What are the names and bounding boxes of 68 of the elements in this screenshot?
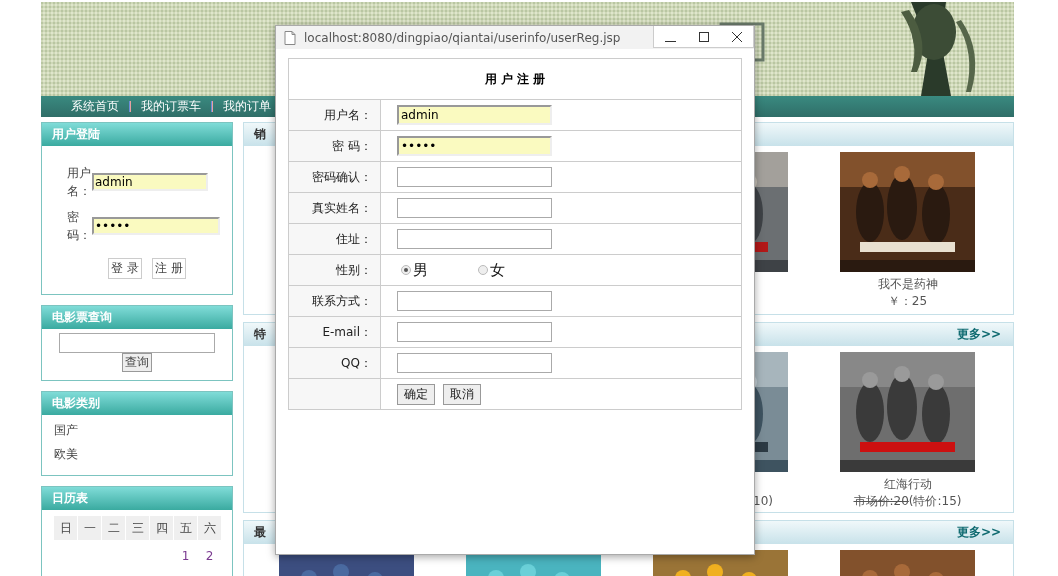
radio-label: 男 xyxy=(413,260,428,280)
movie-title[interactable]: 我不是药神 xyxy=(877,276,938,293)
search-field[interactable] xyxy=(59,333,215,353)
panel-title: 日历表 xyxy=(42,487,232,510)
weekday-header: 日 xyxy=(54,516,77,540)
weekday-header: 二 xyxy=(102,516,125,540)
movie-price: 10) xyxy=(753,494,773,508)
input-field[interactable] xyxy=(397,167,552,187)
maximize-icon xyxy=(697,30,710,43)
more-link[interactable]: 更多>> xyxy=(956,524,1001,541)
input-field[interactable] xyxy=(397,322,552,342)
special-price: (特价:15) xyxy=(908,494,962,508)
movie-title[interactable]: 红海行动 xyxy=(883,476,932,493)
weekday-header: 三 xyxy=(126,516,149,540)
more-link[interactable]: 更多>> xyxy=(956,326,1001,343)
input-field[interactable]: admin xyxy=(397,105,552,125)
minimize-icon xyxy=(665,40,676,42)
movie-price: ￥：25 xyxy=(887,293,928,310)
input-field[interactable] xyxy=(397,353,552,373)
category-link[interactable]: 欧美 xyxy=(42,446,232,463)
input-field[interactable] xyxy=(397,291,552,311)
nav-link[interactable]: 我的订单 xyxy=(223,98,271,115)
weekday-header: 四 xyxy=(150,516,173,540)
field-label: 联系方式： xyxy=(288,285,381,317)
radio-button[interactable] xyxy=(401,265,411,275)
page-icon xyxy=(284,30,296,45)
form-button[interactable]: 确定 xyxy=(397,383,435,405)
field-label: 密码确认： xyxy=(288,161,381,193)
field-label: E-mail： xyxy=(288,316,381,348)
field-label: 密 码： xyxy=(288,130,381,162)
weekday-header: 五 xyxy=(174,516,197,540)
input-field[interactable] xyxy=(397,229,552,249)
close-icon xyxy=(730,30,743,43)
section-title: 特 xyxy=(254,326,266,343)
field-label: 性别： xyxy=(288,254,381,286)
panel-title: 电影类别 xyxy=(42,392,232,415)
radio-label: 女 xyxy=(490,260,505,280)
field-label: 用户名： xyxy=(288,99,381,131)
input-field[interactable]: ••••• xyxy=(397,136,552,156)
panel-title: 电影票查询 xyxy=(42,306,232,329)
calendar-day[interactable]: 1 xyxy=(174,541,197,571)
calendar-day[interactable]: 2 xyxy=(198,541,221,571)
field-label: QQ： xyxy=(288,347,381,379)
nav-link[interactable]: 我的订票车 xyxy=(141,98,201,115)
form-title: 用 户 注 册 xyxy=(288,58,742,100)
field-label: 住址： xyxy=(288,223,381,255)
field-label: 用户名： xyxy=(67,165,92,200)
field-label: 真实姓名： xyxy=(288,192,381,224)
weekday-header: 六 xyxy=(198,516,221,540)
nav-separator xyxy=(129,101,131,112)
input-field[interactable]: admin xyxy=(92,173,208,191)
form-button[interactable]: 注 册 xyxy=(152,258,186,279)
category-link[interactable]: 国产 xyxy=(42,422,232,439)
form-button[interactable]: 登 录 xyxy=(108,258,142,279)
form-button[interactable]: 取消 xyxy=(443,383,481,405)
radio-button[interactable] xyxy=(478,265,488,275)
nav-link[interactable]: 系统首页 xyxy=(71,98,119,115)
weekday-header: 一 xyxy=(78,516,101,540)
panel-title: 用户登陆 xyxy=(42,123,232,146)
input-field[interactable] xyxy=(397,198,552,218)
market-price: 市场价:20 xyxy=(853,494,909,508)
nav-separator xyxy=(211,101,213,112)
search-button[interactable]: 查询 xyxy=(122,353,152,372)
field-label: 密码： xyxy=(67,209,92,244)
section-title: 销 xyxy=(254,126,266,143)
input-field[interactable]: ••••• xyxy=(92,217,220,235)
section-title: 最 xyxy=(254,524,266,541)
window-url: localhost:8080/dingpiao/qiantai/userinfo/userReg.jsp xyxy=(304,30,622,45)
